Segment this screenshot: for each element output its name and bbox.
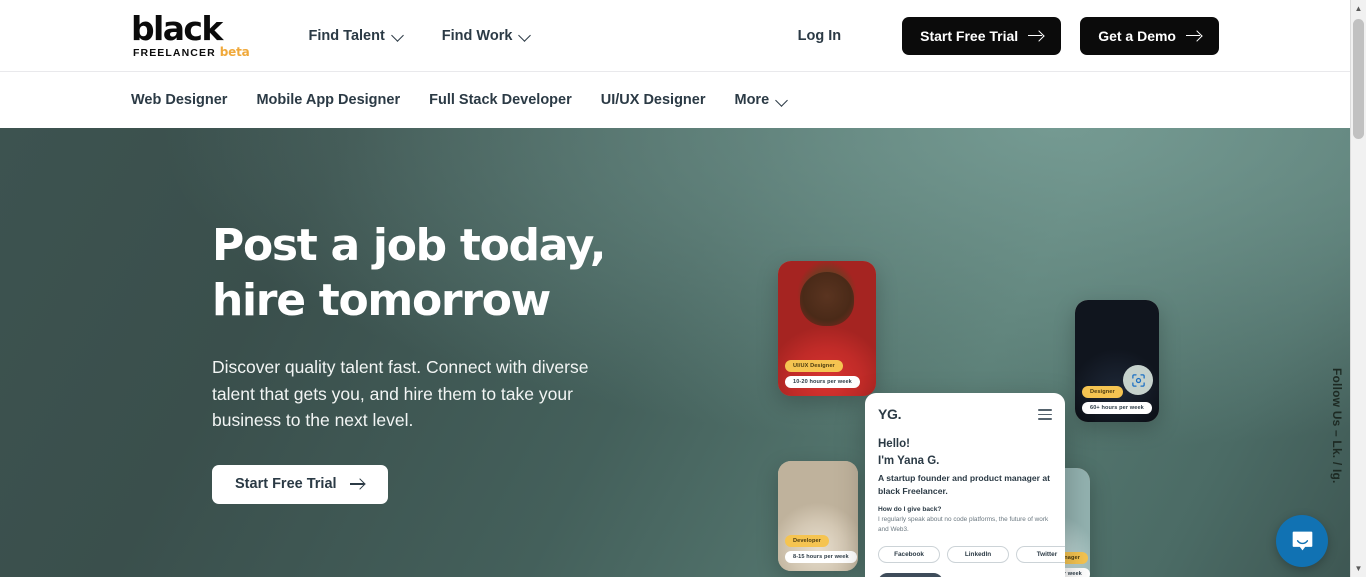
hero-section: Post a job today, hire tomorrow Discover… [0,128,1350,577]
hero-paragraph: Discover quality talent fast. Connect wi… [212,357,589,431]
nav-item-label: Find Talent [308,27,385,44]
logo-subtitle-row: FREELANCER beta [133,46,250,59]
category-ui-ux-designer[interactable]: UI/UX Designer [601,92,706,108]
hero-heading-line1: Post a job today, [212,220,606,271]
logo-beta-badge: beta [219,45,250,60]
profile-name: I'm Yana G. [878,454,940,467]
category-label: Mobile App Designer [256,92,401,108]
hamburger-menu-icon[interactable] [1038,406,1052,420]
category-more[interactable]: More [735,92,787,108]
scroll-down-arrow-icon[interactable]: ▼ [1351,560,1366,577]
talent-card-ui-ux-designer[interactable]: UI/UX Designer 10-20 hours per week [778,261,876,396]
category-mobile-app-designer[interactable]: Mobile App Designer [256,92,400,108]
category-label: Web Designer [131,92,228,108]
logo-freelancer-text: FREELANCER [133,47,216,60]
chevron-down-icon [520,31,529,40]
category-full-stack-developer[interactable]: Full Stack Developer [429,92,572,108]
hero-heading-line2: hire tomorrow [212,275,551,326]
site-logo[interactable]: black FREELANCER beta [131,12,250,59]
get-a-demo-label: Get a Demo [1098,27,1176,44]
category-web-designer[interactable]: Web Designer [131,92,227,108]
arrow-right-icon [1186,30,1201,41]
primary-nav: Find Talent Find Work [309,28,530,44]
social-link-facebook[interactable]: Facebook [878,545,940,563]
social-link-linkedin[interactable]: LinkedIn [947,545,1009,563]
profile-question: How do I give back? [878,505,942,513]
hero-start-free-trial-button[interactable]: Start Free Trial [212,464,388,504]
talent-hours-badge: 8-15 hours per week [785,550,857,563]
chat-bubble-icon [1292,531,1312,550]
hero-copy: Post a job today, hire tomorrow Discover… [212,218,672,504]
chat-launcher-button[interactable] [1276,515,1328,567]
profile-greeting: Hello! [878,438,910,450]
nav-item-label: Find Work [441,27,513,44]
arrow-right-icon [349,479,365,490]
talent-role-badge: UI/UX Designer [785,359,843,372]
chevron-down-icon [777,96,786,105]
follow-us-label[interactable]: Follow Us – Lk. / Ig. [1330,368,1344,484]
scrollbar-thumb[interactable] [1353,19,1364,139]
talent-hours-badge: 10-20 hours per week [785,375,860,388]
hamburger-line [1038,413,1052,416]
scan-frame-icon [1131,373,1145,387]
page-viewport: black FREELANCER beta Find Talent Find W… [0,0,1350,577]
hero-heading: Post a job today, hire tomorrow [212,218,672,328]
hero-cta-label: Start Free Trial [235,476,337,493]
hero-inner: Post a job today, hire tomorrow Discover… [0,128,1350,577]
profile-social-links: Facebook LinkedIn Twitter [878,545,1065,563]
site-header: black FREELANCER beta Find Talent Find W… [0,0,1350,71]
chevron-down-icon [393,31,402,40]
category-label: UI/UX Designer [600,92,706,108]
category-nav: Web Designer Mobile App Designer Full St… [0,71,1350,128]
talent-role-badge: Developer [785,534,829,547]
scan-frame-button[interactable] [1123,365,1153,395]
page-scrollbar[interactable]: ▲ ▼ [1350,0,1366,577]
nav-item-find-talent[interactable]: Find Talent [309,28,402,44]
scroll-up-arrow-icon[interactable]: ▲ [1351,0,1366,17]
profile-answer: I regularly speak about no code platform… [878,515,1049,533]
header-actions: Log In Start Free Trial Get a Demo [798,16,1219,55]
get-a-demo-button[interactable]: Get a Demo [1080,16,1219,55]
talent-hours-badge: 60+ hours per week [1082,401,1152,414]
hero-collage: UI/UX Designer 10-20 hours per week Desi… [770,248,1190,577]
talent-card-designer[interactable]: Designer 60+ hours per week [1075,300,1159,422]
talent-card-developer[interactable]: Developer 8-15 hours per week [778,461,858,571]
browser-page: black FREELANCER beta Find Talent Find W… [0,0,1366,577]
follow-us-rail: Follow Us – Lk. / Ig. [1330,296,1344,556]
talent-badges: Developer 8-15 hours per week [785,534,857,563]
category-label: More [734,92,770,108]
talent-badges: UI/UX Designer 10-20 hours per week [785,359,860,388]
nav-item-find-work[interactable]: Find Work [442,28,530,44]
arrow-right-icon [1028,30,1043,41]
hamburger-line [1038,409,1052,411]
talent-role-badge: Designer [1082,385,1123,398]
profile-card: YG. Hello! I'm Yana G. A startup founder… [865,393,1065,577]
start-free-trial-button[interactable]: Start Free Trial [902,16,1062,55]
hamburger-line [1038,418,1052,420]
message-me-button[interactable]: Message Me [878,572,943,577]
profile-card-header: YG. [878,406,1052,422]
social-link-twitter[interactable]: Twitter [1016,545,1065,563]
login-link[interactable]: Log In [798,28,842,44]
logo-wordmark: black [131,9,223,49]
start-free-trial-label: Start Free Trial [920,27,1019,44]
category-label: Full Stack Developer [429,92,572,108]
profile-logo: YG. [878,406,902,422]
profile-role: A startup founder and product manager at… [878,473,1051,496]
